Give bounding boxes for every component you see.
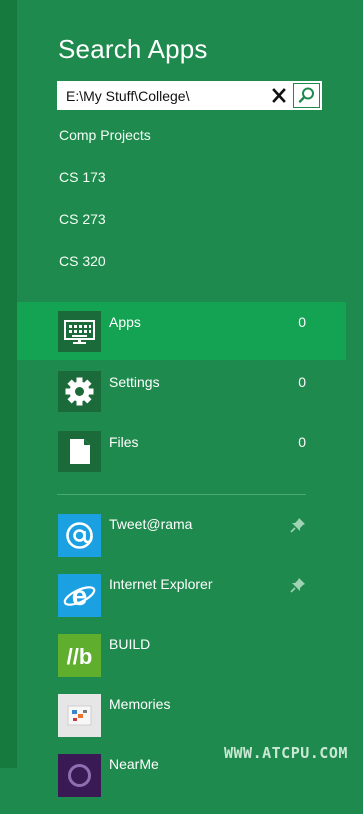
search-icon (298, 87, 314, 103)
suggestion-item[interactable]: Comp Projects (59, 127, 151, 143)
watermark: WWW.ATCPU.COM (224, 744, 348, 762)
document-icon (58, 431, 101, 472)
app-label: Tweet@rama (109, 516, 193, 532)
gear-icon (58, 371, 101, 412)
app-result-nearme[interactable]: NearMe (17, 754, 346, 814)
scope-label: Apps (109, 314, 141, 330)
app-result-internet-explorer[interactable]: e Internet Explorer (17, 574, 346, 634)
page-title: Search Apps (58, 34, 208, 64)
at-sign-icon (58, 514, 101, 557)
clear-icon[interactable] (267, 85, 291, 107)
suggestion-item[interactable]: CS 173 (59, 169, 106, 185)
app-result-build[interactable]: //b BUILD (17, 634, 346, 694)
pin-icon (290, 517, 306, 533)
svg-text:e: e (72, 580, 88, 611)
search-box[interactable]: E:\My Stuff\College\ (57, 81, 322, 110)
scope-count: 0 (298, 374, 306, 390)
internet-explorer-icon: e (58, 574, 101, 617)
suggestion-item[interactable]: CS 320 (59, 253, 106, 269)
scope-count: 0 (298, 314, 306, 330)
scope-files[interactable]: Files 0 (17, 422, 346, 480)
memories-icon (58, 694, 101, 737)
divider (57, 494, 306, 495)
app-label: Internet Explorer (109, 576, 213, 592)
scope-label: Settings (109, 374, 160, 390)
keyboard-monitor-icon (58, 311, 101, 352)
search-button[interactable] (293, 83, 320, 108)
scope-label: Files (109, 434, 139, 450)
left-edge-strip (0, 0, 17, 768)
app-result-tweetarama[interactable]: Tweet@rama (17, 514, 346, 574)
scope-apps[interactable]: Apps 0 (17, 302, 346, 360)
build-logo-icon: //b (58, 634, 101, 677)
svg-text://b: //b (67, 644, 93, 669)
app-label: Memories (109, 696, 171, 712)
scope-settings[interactable]: Settings 0 (17, 362, 346, 420)
pin-icon (290, 577, 306, 593)
app-label: NearMe (109, 756, 159, 772)
suggestion-item[interactable]: CS 273 (59, 211, 106, 227)
app-label: BUILD (109, 636, 151, 652)
scope-count: 0 (298, 434, 306, 450)
search-input[interactable]: E:\My Stuff\College\ (66, 88, 189, 104)
nearme-icon (58, 754, 101, 797)
